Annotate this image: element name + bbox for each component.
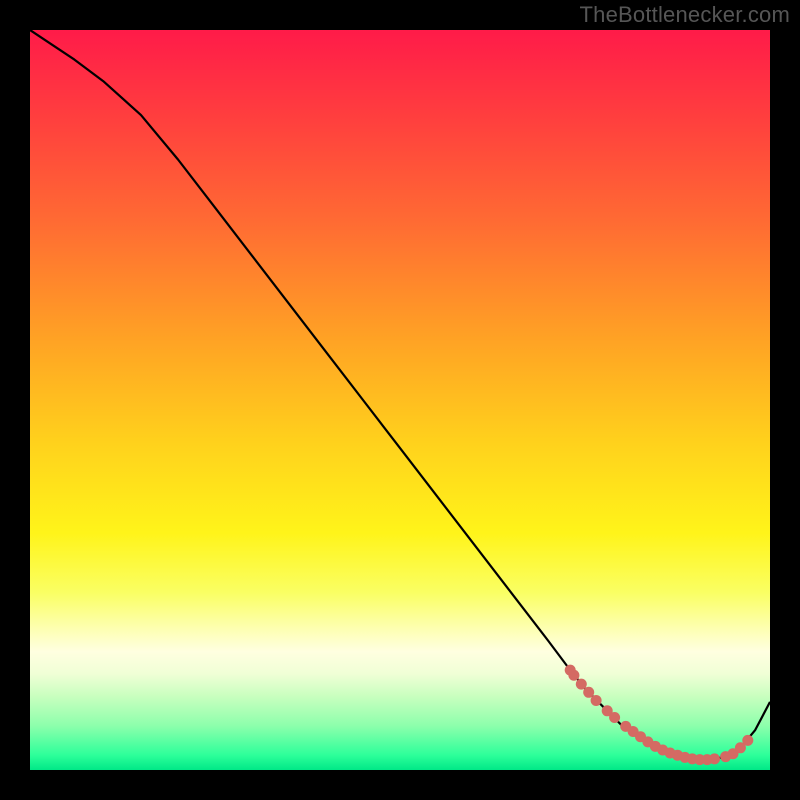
curve-marker xyxy=(568,670,579,681)
curve-marker xyxy=(709,753,720,764)
attribution-text: TheBottlenecker.com xyxy=(580,2,790,28)
curve-marker xyxy=(583,687,594,698)
curve-marker xyxy=(576,679,587,690)
curve-marker xyxy=(609,712,620,723)
curve-markers xyxy=(565,665,754,766)
bottleneck-curve xyxy=(30,30,770,760)
chart-plot-area xyxy=(30,30,770,770)
curve-marker xyxy=(742,735,753,746)
chart-svg xyxy=(30,30,770,770)
curve-marker xyxy=(591,695,602,706)
